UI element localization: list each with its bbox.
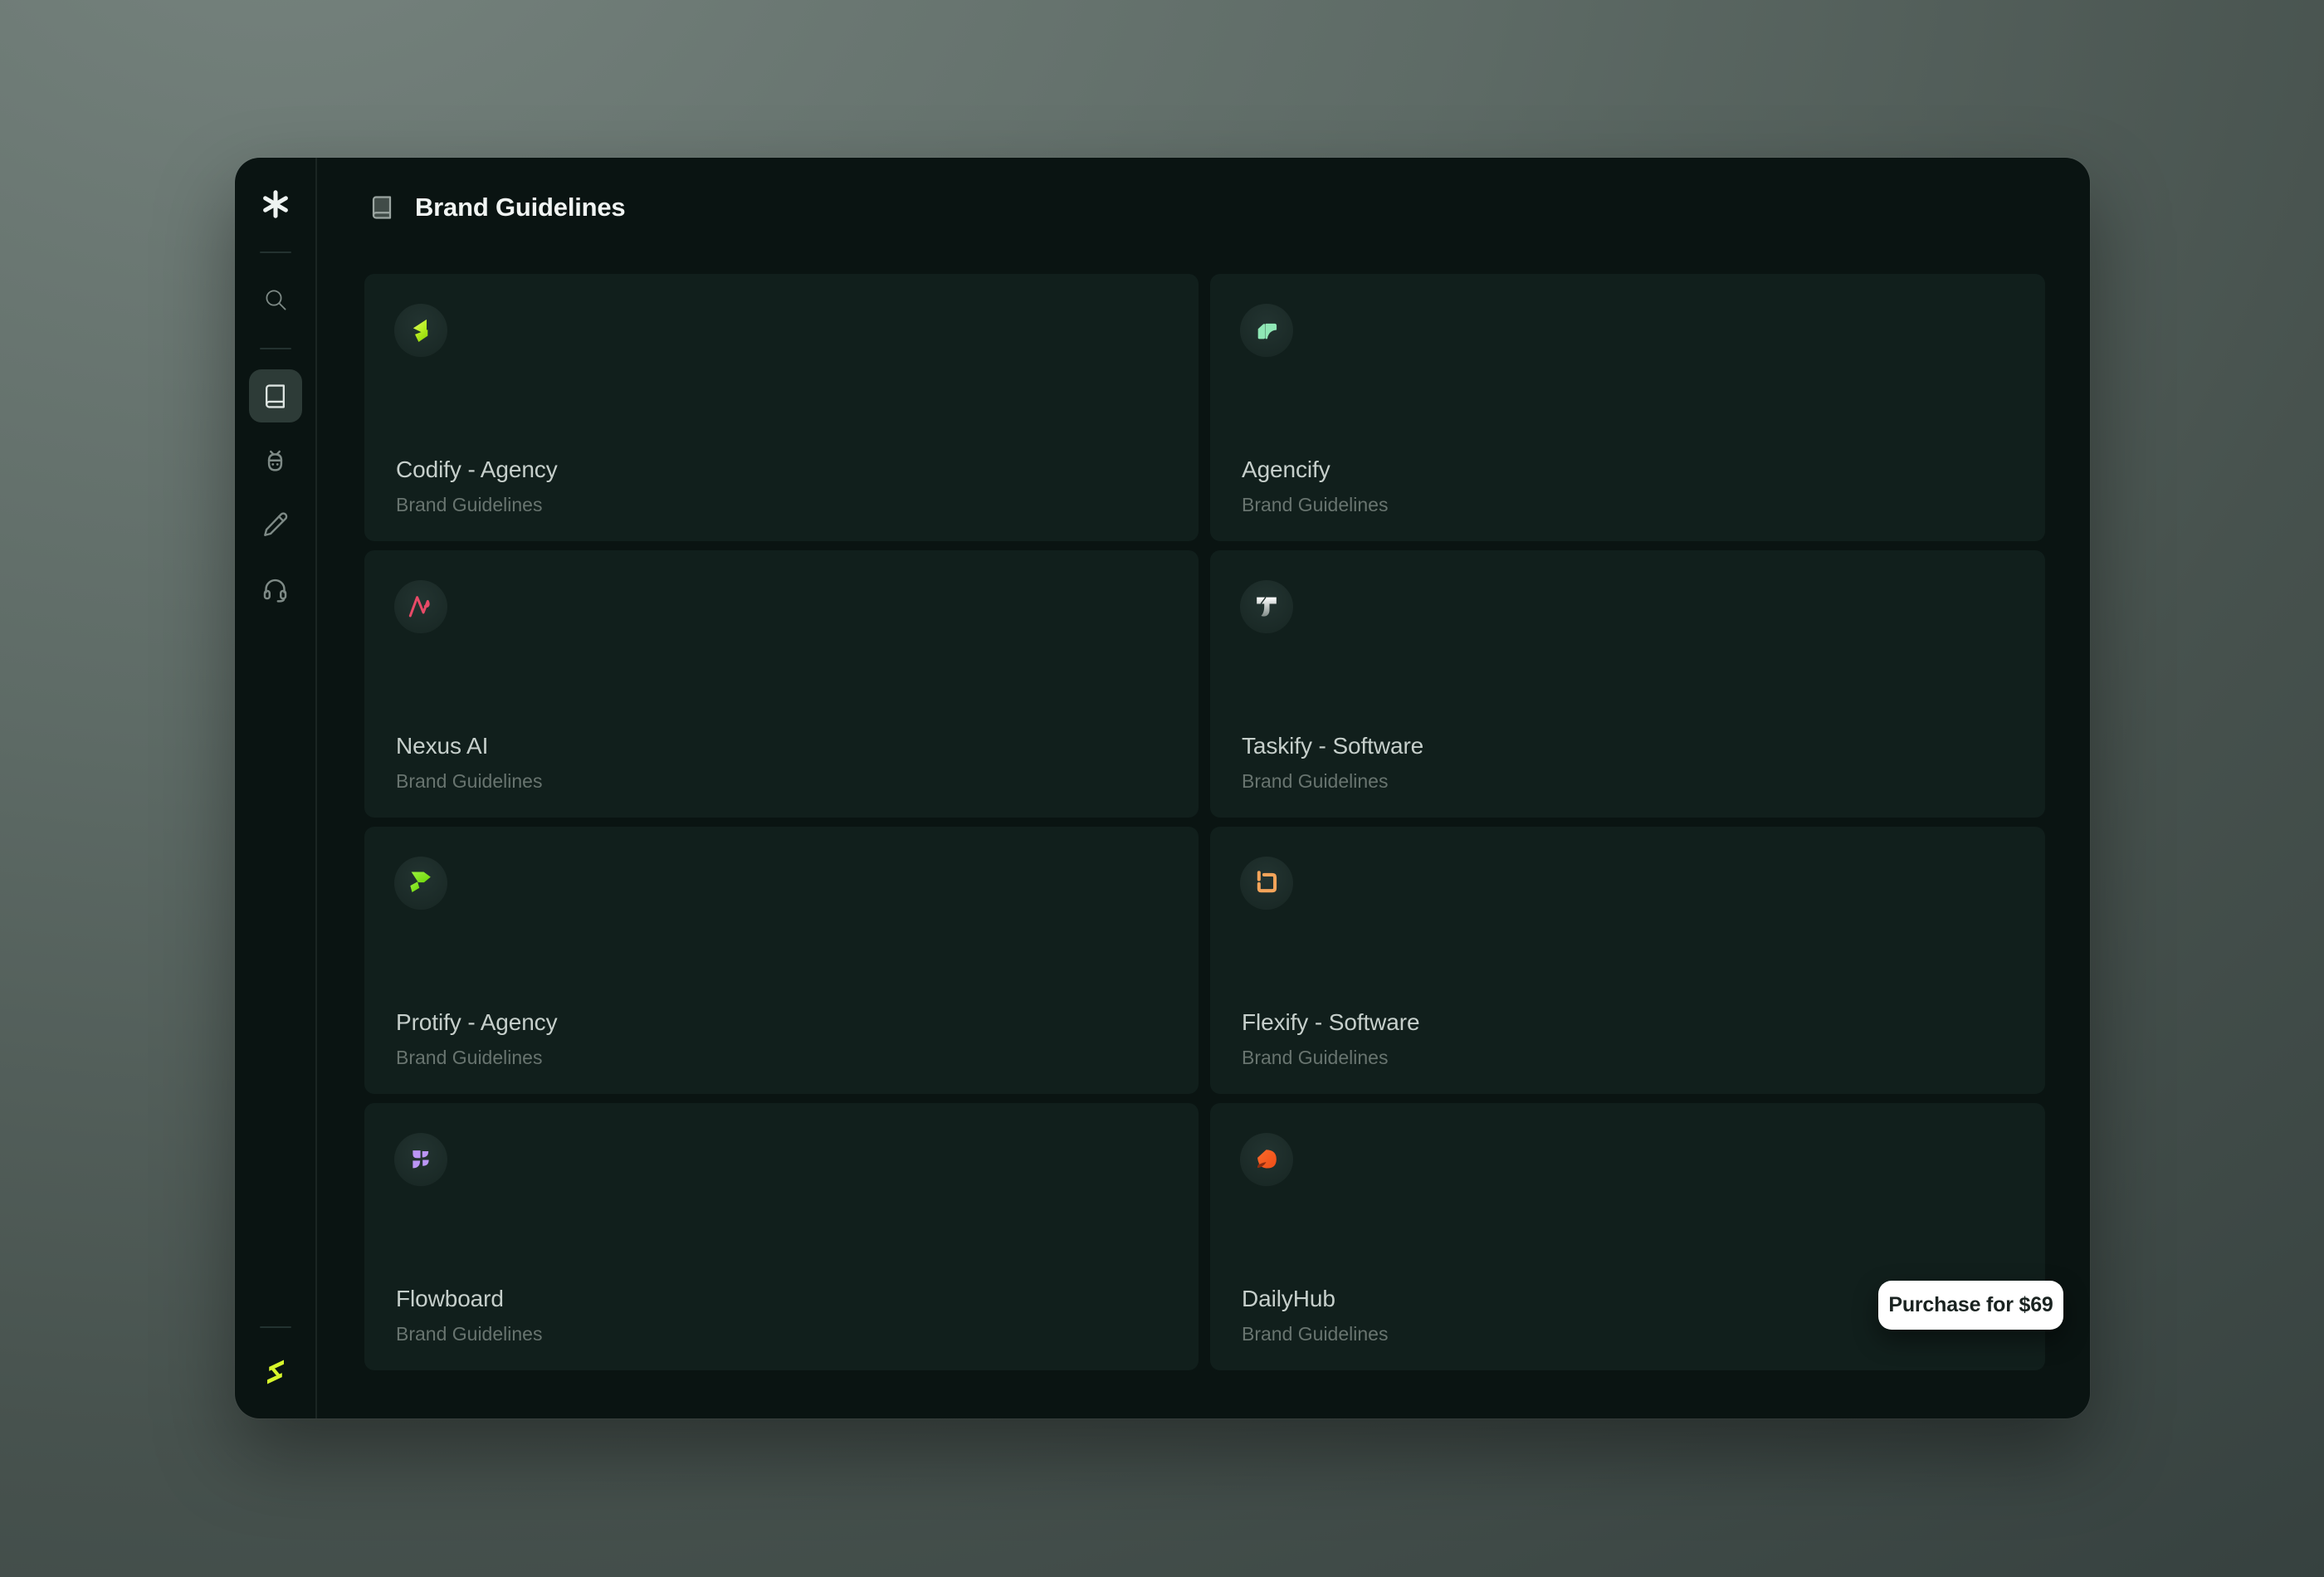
card-title: Agencify (1242, 456, 1388, 483)
card-subtitle: Brand Guidelines (396, 770, 542, 793)
search-icon (261, 286, 290, 314)
card-subtitle: Brand Guidelines (1242, 770, 1423, 793)
card-meta: DailyHub Brand Guidelines (1242, 1286, 1388, 1345)
card-meta: Agencify Brand Guidelines (1242, 456, 1388, 516)
card-meta: Taskify - Software Brand Guidelines (1242, 733, 1423, 793)
nexus-ai-logo-icon (394, 580, 447, 633)
card-subtitle: Brand Guidelines (396, 494, 558, 516)
edit-pencil-icon (262, 510, 289, 537)
headset-icon (261, 575, 289, 603)
taskify-logo-icon (1240, 580, 1293, 633)
sidebar-item-brand-guidelines[interactable] (249, 369, 302, 422)
bot-icon (261, 447, 289, 474)
protify-logo-icon (394, 857, 447, 910)
page-title: Brand Guidelines (415, 193, 625, 222)
flowboard-logo-icon (394, 1133, 447, 1186)
sidebar-divider (260, 251, 291, 253)
sidebar (235, 158, 317, 1418)
card-codify[interactable]: Codify - Agency Brand Guidelines (364, 274, 1199, 541)
card-title: Codify - Agency (396, 456, 558, 483)
cards-grid: Codify - Agency Brand Guidelines (364, 274, 2045, 1370)
sidebar-item-edit[interactable] (249, 497, 302, 550)
card-nexus-ai[interactable]: Nexus AI Brand Guidelines (364, 550, 1199, 818)
codify-logo-icon (394, 304, 447, 357)
card-flexify[interactable]: Flexify - Software Brand Guidelines (1210, 827, 2045, 1094)
app-window: Brand Guidelines (235, 158, 2090, 1418)
card-title: Flexify - Software (1242, 1009, 1419, 1036)
card-subtitle: Brand Guidelines (396, 1047, 557, 1069)
card-title: Protify - Agency (396, 1009, 557, 1036)
purchase-button[interactable]: Purchase for $69 (1878, 1281, 2063, 1330)
book-icon (262, 383, 288, 409)
main-content: Brand Guidelines (317, 158, 2090, 1418)
s-lightning-logo-icon (259, 1355, 292, 1393)
sidebar-item-support[interactable] (249, 562, 302, 615)
card-meta: Flowboard Brand Guidelines (396, 1286, 542, 1345)
card-subtitle: Brand Guidelines (1242, 494, 1388, 516)
card-flowboard[interactable]: Flowboard Brand Guidelines (364, 1103, 1199, 1370)
flexify-logo-icon (1240, 857, 1293, 910)
card-taskify[interactable]: Taskify - Software Brand Guidelines (1210, 550, 2045, 818)
card-subtitle: Brand Guidelines (1242, 1323, 1388, 1345)
card-meta: Nexus AI Brand Guidelines (396, 733, 542, 793)
card-subtitle: Brand Guidelines (1242, 1047, 1419, 1069)
card-title: Taskify - Software (1242, 733, 1423, 759)
sidebar-divider (260, 348, 291, 349)
card-agencify[interactable]: Agencify Brand Guidelines (1210, 274, 2045, 541)
card-protify[interactable]: Protify - Agency Brand Guidelines (364, 827, 1199, 1094)
book-icon (369, 195, 394, 220)
asterisk-logo-icon (260, 188, 291, 224)
sidebar-divider (260, 1326, 291, 1328)
card-meta: Protify - Agency Brand Guidelines (396, 1009, 557, 1069)
card-meta: Codify - Agency Brand Guidelines (396, 456, 558, 516)
sidebar-item-bot[interactable] (249, 433, 302, 486)
page-header: Brand Guidelines (369, 193, 625, 222)
agencify-logo-icon (1240, 304, 1293, 357)
desktop-background: Brand Guidelines (0, 0, 2324, 1577)
card-title: Nexus AI (396, 733, 542, 759)
sidebar-item-search[interactable] (249, 273, 302, 326)
card-meta: Flexify - Software Brand Guidelines (1242, 1009, 1419, 1069)
dailyhub-logo-icon (1240, 1133, 1293, 1186)
card-title: Flowboard (396, 1286, 542, 1312)
card-title: DailyHub (1242, 1286, 1388, 1312)
card-subtitle: Brand Guidelines (396, 1323, 542, 1345)
card-dailyhub[interactable]: DailyHub Brand Guidelines (1210, 1103, 2045, 1370)
